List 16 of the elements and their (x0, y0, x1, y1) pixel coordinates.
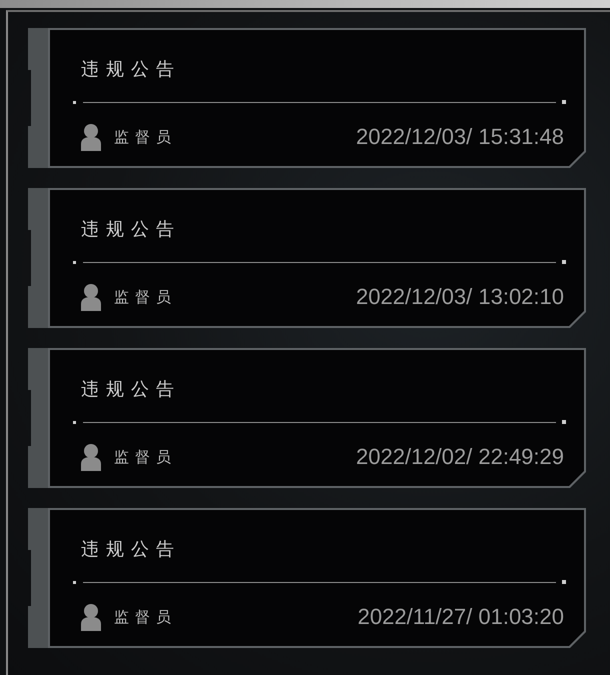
user-icon (81, 123, 101, 151)
notice-time: 2022/12/03/ 13:02:10 (356, 284, 564, 310)
user-icon (81, 283, 101, 311)
notice-time: 2022/12/03/ 15:31:48 (356, 124, 564, 150)
author-name: 监督员 (114, 608, 177, 626)
user-icon (81, 603, 101, 631)
author-name: 监督员 (114, 448, 177, 466)
notice-title: 违规公告 (81, 58, 181, 82)
notice-time: 2022/11/27/ 01:03:20 (358, 604, 564, 630)
notice-title: 违规公告 (81, 218, 181, 242)
author-name: 监督员 (114, 288, 177, 306)
user-icon (81, 443, 101, 471)
notice-time: 2022/12/02/ 22:49:29 (356, 444, 564, 470)
author-name: 监督员 (114, 128, 177, 146)
notice-title: 违规公告 (81, 538, 181, 562)
notice-title: 违规公告 (81, 378, 181, 402)
